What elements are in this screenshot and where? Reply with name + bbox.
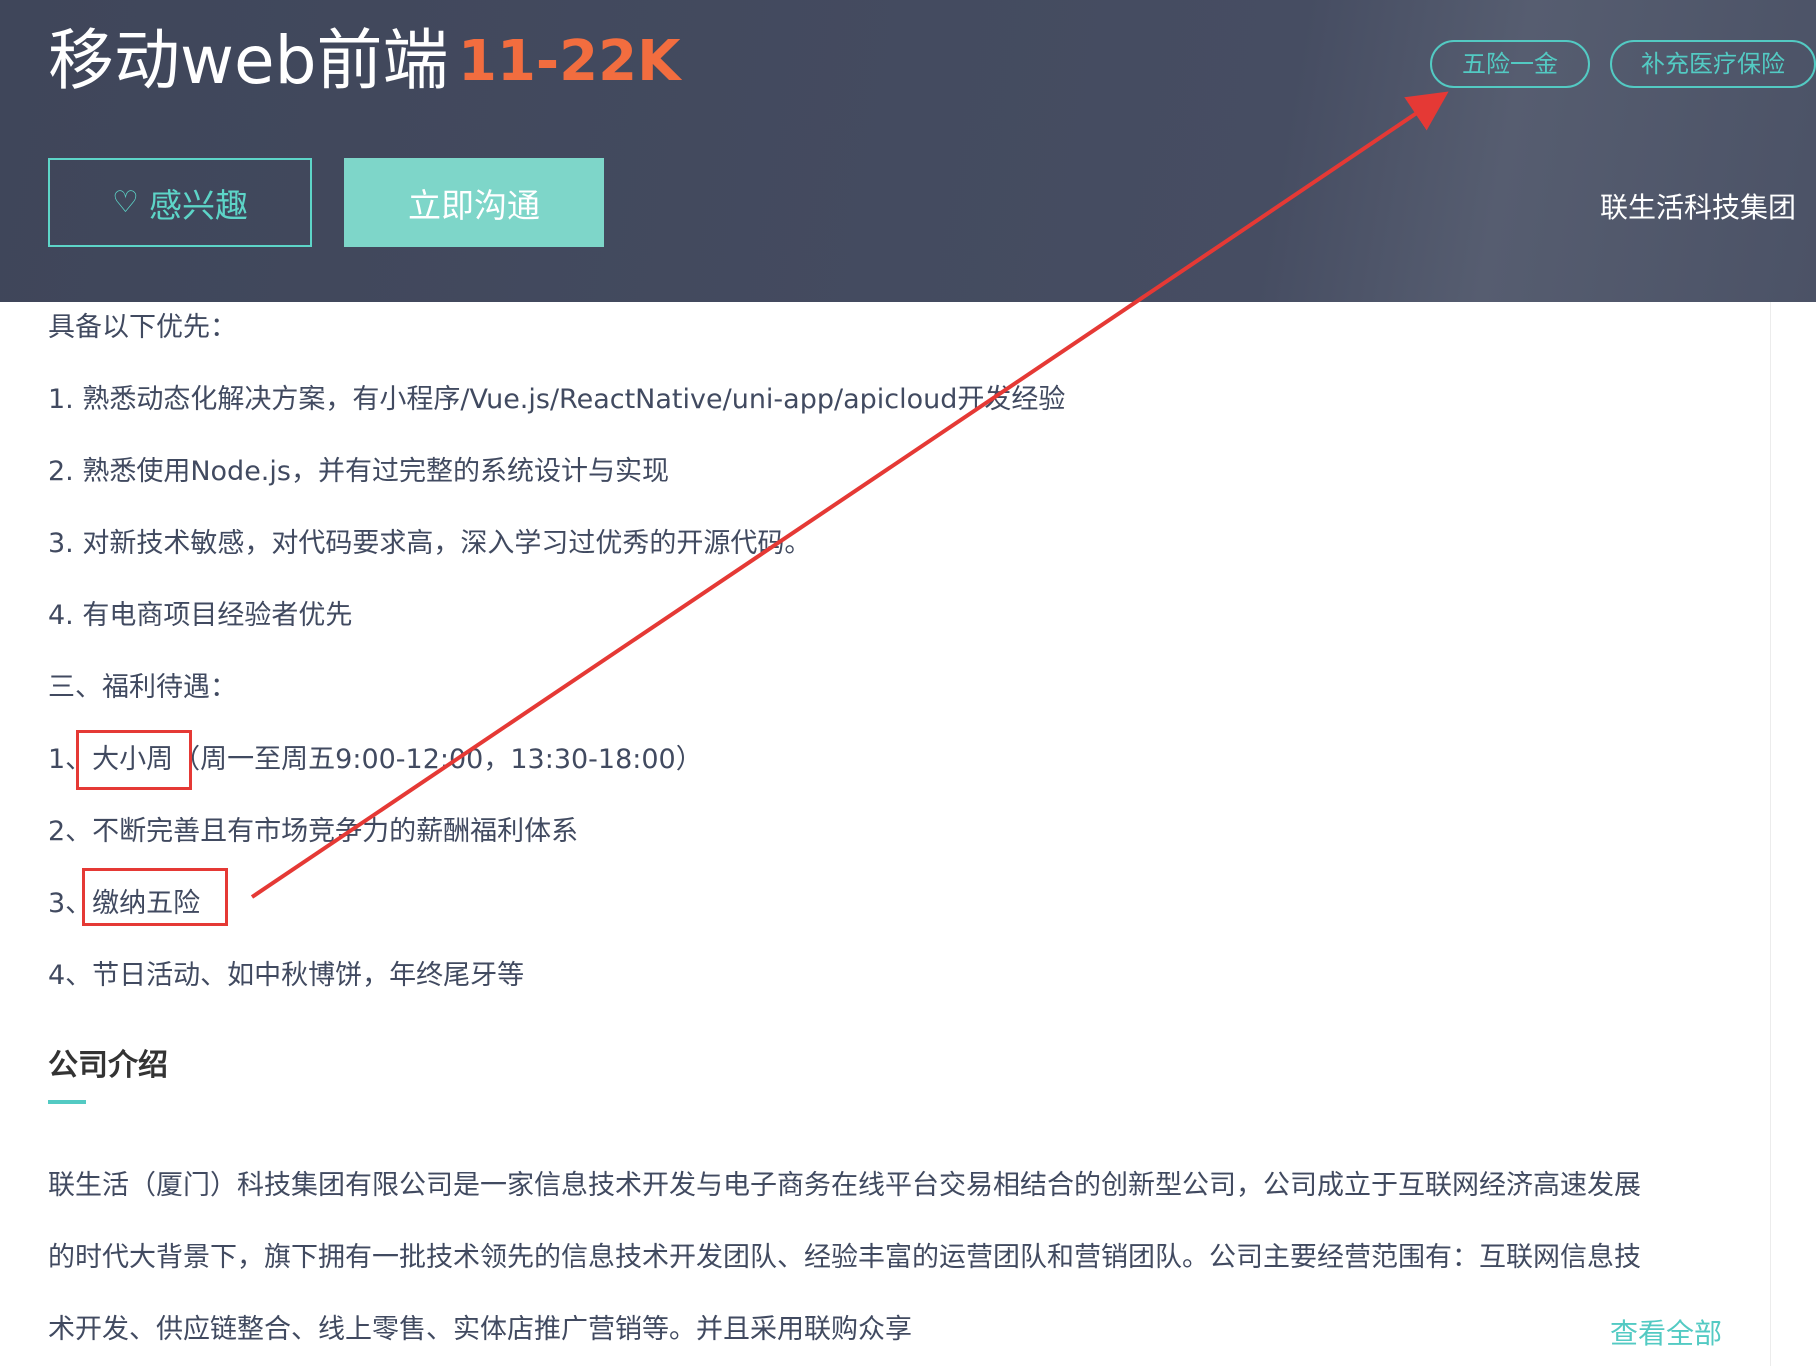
company-intro-line: 的时代大背景下，旗下拥有一批技术领先的信息技术开发团队、经验丰富的运营团队和营销…	[48, 1242, 1641, 1273]
requirement-item: 4. 有电商项目经验者优先	[48, 600, 353, 631]
annotation-box	[82, 868, 228, 926]
benefit-tag: 补充医疗保险	[1610, 40, 1816, 88]
benefit-item: 4、节日活动、如中秋博饼，年终尾牙等	[48, 960, 525, 991]
requirements-heading: 具备以下优先：	[48, 312, 237, 343]
company-intro-line: 联生活（厦门）科技集团有限公司是一家信息技术开发与电子商务在线平台交易相结合的创…	[48, 1170, 1641, 1201]
requirement-item: 2. 熟悉使用Node.js，并有过完整的系统设计与实现	[48, 456, 669, 487]
view-all-link[interactable]: 查看全部	[1610, 1312, 1722, 1352]
requirement-item: 3. 对新技术敏感，对代码要求高，深入学习过优秀的开源代码。	[48, 528, 812, 559]
benefit-item: 2、不断完善且有市场竞争力的薪酬福利体系	[48, 816, 579, 847]
interest-label: 感兴趣	[148, 185, 248, 225]
salary: 11-22K	[458, 29, 681, 94]
benefit-tag: 五险一金	[1430, 40, 1590, 88]
heart-icon: ♡	[112, 184, 139, 220]
requirement-item: 1. 熟悉动态化解决方案，有小程序/Vue.js/ReactNative/uni…	[48, 384, 1066, 415]
title-underline	[48, 1100, 86, 1104]
company-intro-line: 术开发、供应链整合、线上零售、实体店推广营销等。并且采用联购众享	[48, 1314, 912, 1345]
job-title: 移动web前端	[48, 22, 449, 99]
job-header: 移动web前端 11-22K 五险一金 补充医疗保险 ♡ 感兴趣 立即沟通 联生…	[0, 0, 1816, 302]
chat-now-button[interactable]: 立即沟通	[344, 158, 604, 247]
benefits-heading: 三、福利待遇：	[48, 672, 237, 703]
annotation-box	[76, 730, 192, 790]
company-name[interactable]: 联生活科技集团	[1600, 186, 1796, 226]
company-intro-title: 公司介绍	[48, 1048, 168, 1083]
divider	[1770, 302, 1771, 1366]
interest-button[interactable]: ♡ 感兴趣	[48, 158, 312, 247]
